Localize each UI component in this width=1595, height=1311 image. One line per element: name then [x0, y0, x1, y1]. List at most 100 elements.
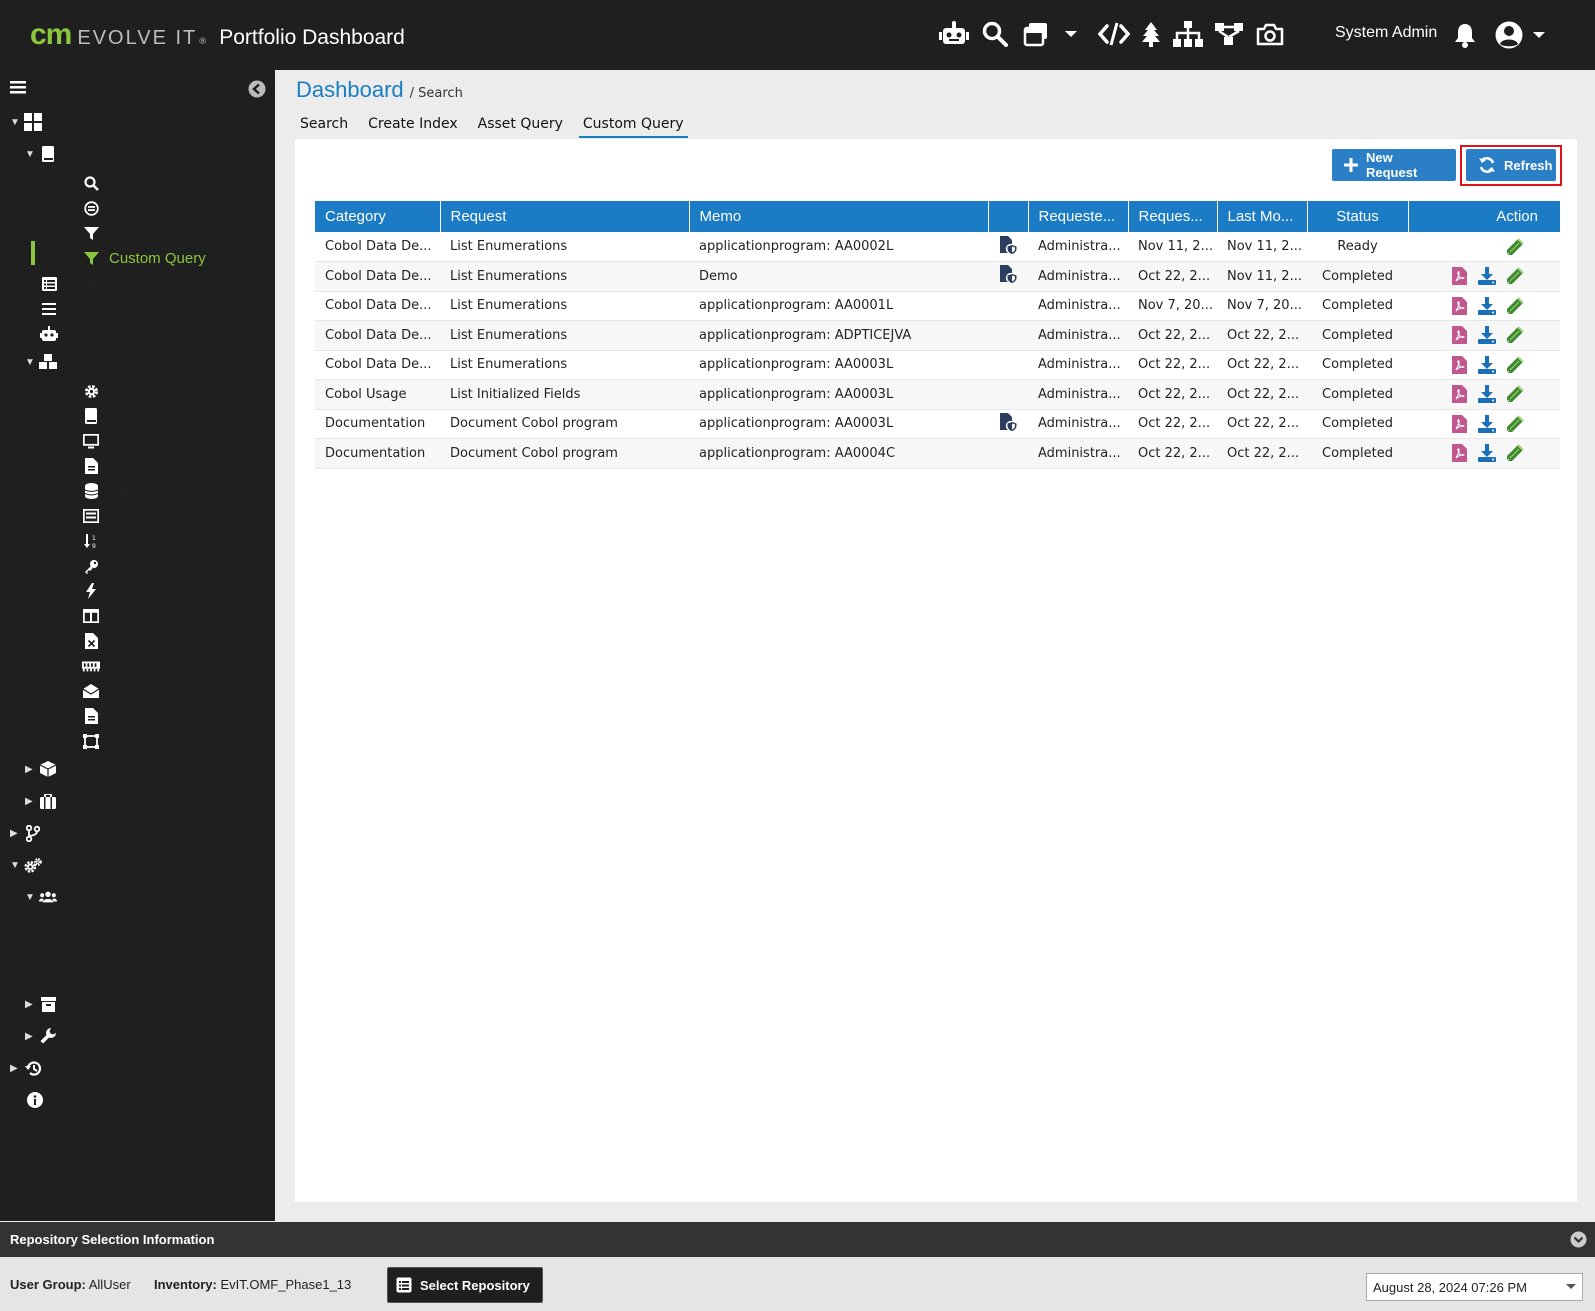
camera-icon[interactable]	[1254, 18, 1286, 50]
column-header-status[interactable]: Status	[1307, 201, 1409, 232]
column-header-requested[interactable]: Reques...	[1128, 201, 1218, 232]
sidebar-item-mq[interactable]: MQ	[40, 681, 133, 701]
sidebar-item-usage[interactable]: ▶ Usage	[10, 1058, 94, 1078]
sidebar-item-shared-memory[interactable]: Shared Memory	[40, 656, 216, 676]
sidebar-item-copybook[interactable]: Copybook	[40, 406, 177, 426]
sidebar-item-data-lineage[interactable]: ▶ Data Lineage	[10, 823, 140, 843]
sidebar-item-dashboard[interactable]: ▼ Dashboard	[10, 112, 124, 132]
column-header-last-modified[interactable]: Last Mo...	[1217, 201, 1308, 232]
pencil-icon[interactable]	[1506, 385, 1524, 403]
download-icon[interactable]	[1478, 267, 1496, 286]
pencil-icon[interactable]	[1506, 297, 1524, 315]
sidebar-item-text-search[interactable]: ▼ Text Search	[25, 144, 145, 164]
table-row[interactable]: Cobol Usage List Initialized Fields applic…	[315, 379, 1560, 410]
download-icon[interactable]	[1478, 414, 1496, 433]
new-request-button[interactable]: New Request	[1332, 149, 1456, 181]
pdf-icon[interactable]	[1450, 444, 1468, 463]
chevron-down-circle-icon[interactable]	[1570, 1231, 1587, 1252]
pdf-icon[interactable]	[1450, 385, 1468, 404]
table-row[interactable]: Cobol Data De... List Enumerations applica…	[315, 320, 1560, 351]
tree-icon[interactable]	[1139, 18, 1163, 50]
tab-search[interactable]: Search	[296, 114, 352, 138]
column-header-memo[interactable]: Memo	[689, 201, 989, 232]
sidebar-item-constraint[interactable]: Constraint	[40, 556, 177, 576]
pencil-icon[interactable]	[1506, 237, 1524, 256]
sidebar-item-trigger[interactable]: Trigger	[40, 581, 156, 601]
pdf-icon[interactable]	[1450, 414, 1468, 433]
sidebar-item-ext-file[interactable]: Ext File	[40, 631, 159, 651]
collapse-sidebar-icon[interactable]	[248, 80, 266, 102]
file-shield-icon[interactable]	[999, 235, 1017, 254]
table-row[interactable]: Documentation Document Cobol program appli…	[315, 438, 1560, 469]
table-row[interactable]: Cobol Data De... List Enumerations Demo Adm…	[315, 261, 1560, 292]
sidebar-item-table[interactable]: Table	[40, 481, 145, 501]
download-icon[interactable]	[1478, 385, 1496, 404]
datetime-select[interactable]: August 28, 2024 07:26 PM	[1366, 1273, 1583, 1301]
file-shield-icon[interactable]	[999, 265, 1017, 284]
select-repository-button[interactable]: Select Repository	[387, 1267, 543, 1303]
bell-icon[interactable]	[1454, 22, 1476, 52]
pencil-icon[interactable]	[1506, 267, 1524, 285]
sidebar-item-user-group[interactable]: User Group	[40, 966, 187, 986]
sidebar-item-user-management[interactable]: ▼ User Management	[25, 887, 189, 907]
sidebar-item-settings[interactable]: ▶ Settings	[25, 1026, 120, 1046]
chevron-down-icon[interactable]	[1532, 30, 1546, 40]
pencil-icon[interactable]	[1506, 415, 1524, 433]
sidebar-item-report[interactable]: Report	[40, 456, 154, 476]
download-icon[interactable]	[1478, 326, 1496, 345]
robot-icon[interactable]	[938, 18, 970, 50]
windows-icon[interactable]	[1020, 18, 1052, 50]
sidebar-item-application-program[interactable]: Application Program	[40, 381, 244, 401]
pencil-icon[interactable]	[1506, 356, 1524, 374]
tab-create-index[interactable]: Create Index	[364, 114, 462, 138]
sidebar-item-create-index[interactable]: Create Index	[40, 198, 195, 218]
sidebar-item-index[interactable]: 1 9 Index	[40, 531, 146, 551]
breadcrumb-dashboard-link[interactable]: Dashboard	[296, 77, 404, 103]
sidebar-item-view[interactable]: View	[40, 506, 141, 526]
hamburger-menu-icon[interactable]	[10, 80, 26, 98]
sidebar-item-search[interactable]: Search	[40, 173, 157, 193]
sitemap-icon[interactable]	[1172, 18, 1204, 50]
code-icon[interactable]	[1098, 18, 1130, 50]
refresh-button[interactable]: Refresh	[1466, 149, 1556, 181]
download-icon[interactable]	[1478, 444, 1496, 463]
sidebar-item-administrator[interactable]: ▼ Administrator	[10, 855, 139, 875]
sidebar-item-other-asset[interactable]: Other Asset	[40, 706, 187, 726]
sidebar-item-asset-query[interactable]: Asset Query	[40, 223, 192, 243]
table-row[interactable]: Documentation Document Cobol program appli…	[315, 409, 1560, 439]
table-row[interactable]: Cobol Data De... List Enumerations applica…	[315, 350, 1560, 380]
sidebar-item-asset-browser[interactable]: ▼ Asset Browser	[25, 352, 163, 372]
chevron-down-icon[interactable]	[1061, 18, 1081, 50]
table-row[interactable]: Cobol Data De... List Enumerations applica…	[315, 291, 1560, 321]
column-header-category[interactable]: Category	[315, 201, 441, 232]
user-name[interactable]: System Admin	[1335, 24, 1437, 42]
sidebar-item-business-term[interactable]: Business Term	[40, 731, 207, 751]
file-shield-icon[interactable]	[999, 412, 1017, 431]
sidebar-item-inventory-management[interactable]: ▶ Inventory Management	[25, 994, 219, 1014]
sidebar-item-custom-query[interactable]: Custom Query	[40, 248, 206, 268]
pdf-icon[interactable]	[1450, 355, 1468, 374]
search-icon[interactable]	[979, 18, 1011, 50]
user-avatar-icon[interactable]	[1494, 20, 1546, 50]
download-icon[interactable]	[1478, 355, 1496, 374]
column-header-request[interactable]: Request	[440, 201, 690, 232]
flow-icon[interactable]	[1213, 18, 1245, 50]
column-header-requester[interactable]: Requeste...	[1028, 201, 1129, 232]
sidebar-item-object-management[interactable]: ▶ Object Management	[25, 759, 201, 779]
tab-custom-query[interactable]: Custom Query	[578, 114, 688, 138]
sidebar-item-menu[interactable]: Menu	[25, 299, 105, 319]
sidebar-item-business-term[interactable]: ▶ Business Term	[25, 791, 164, 811]
column-header-shield[interactable]	[988, 201, 1029, 232]
sidebar-item-statistics[interactable]: Statistics	[25, 274, 127, 294]
table-row[interactable]: Cobol Data De... List Enumerations applica…	[315, 232, 1560, 262]
sidebar-item-screen[interactable]: Screen	[40, 431, 157, 451]
sidebar-item-role[interactable]: Role	[40, 941, 140, 961]
tab-asset-query[interactable]: Asset Query	[474, 114, 567, 138]
sidebar-item-column[interactable]: Column	[40, 606, 161, 626]
pencil-icon[interactable]	[1506, 326, 1524, 344]
sidebar-item-ai-analysis[interactable]: AI Analysis	[25, 324, 140, 344]
pdf-icon[interactable]	[1450, 267, 1468, 286]
pencil-icon[interactable]	[1506, 444, 1524, 462]
download-icon[interactable]	[1478, 296, 1496, 315]
sidebar-item-about[interactable]: About	[10, 1090, 92, 1110]
